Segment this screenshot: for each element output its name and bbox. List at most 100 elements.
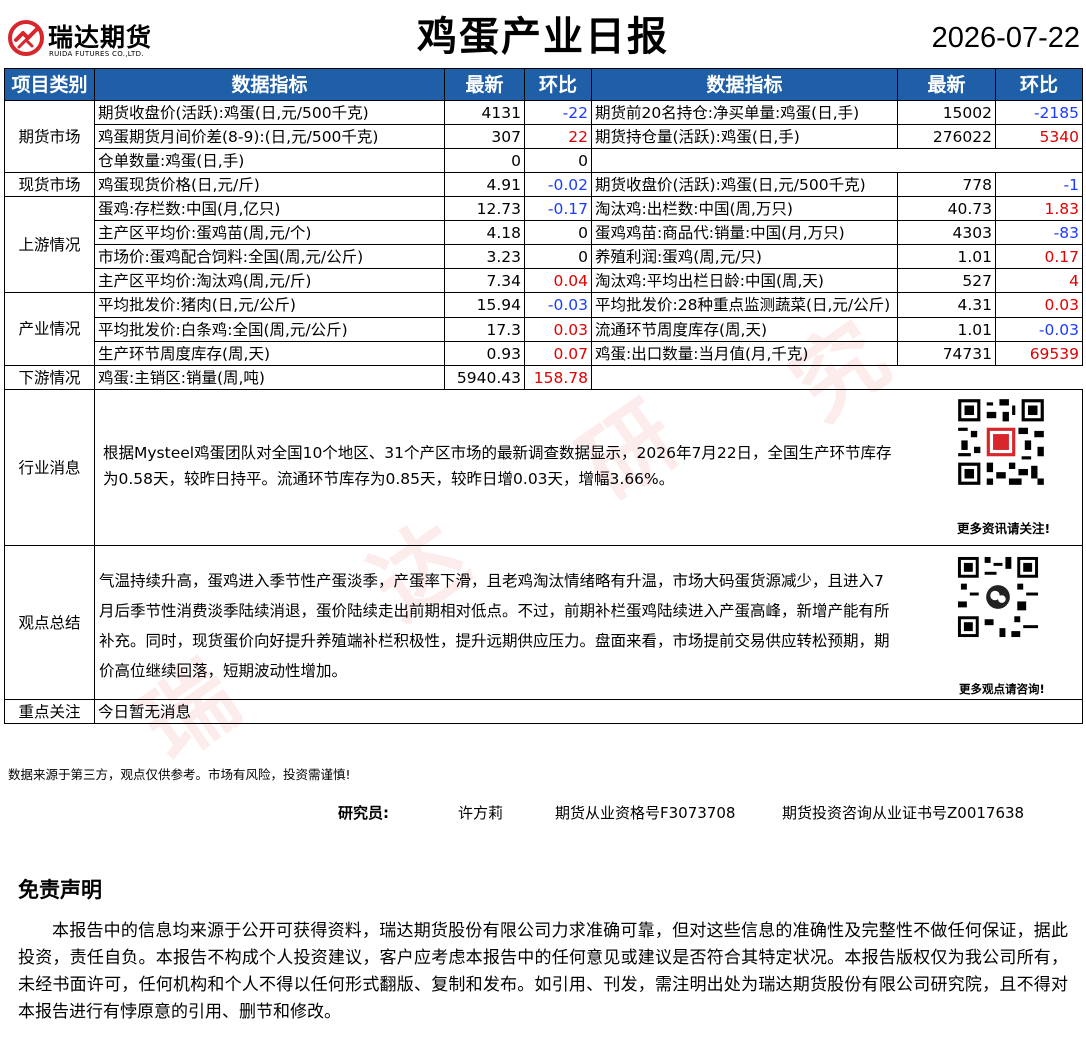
news-cell: 根据Mysteel鸡蛋团队对全国10个地区、31个产区市场的最新调查数据显示，2…	[94, 389, 1083, 546]
section-upstream: 上游情况	[4, 196, 95, 293]
section-industry: 产业情况	[4, 292, 95, 366]
indicator-value: 15.94	[444, 292, 525, 318]
report-header: 瑞达期货 RUIDA FUTURES CO.,LTD. 鸡蛋产业日报 2026-…	[0, 0, 1086, 66]
table-row: 产业情况 平均批发价:猪肉(日,元/公斤) 15.94 -0.03 平均批发价:…	[4, 292, 1083, 366]
indicator-name: 鸡蛋现货价格(日,元/斤)	[94, 172, 445, 197]
indicator-change: 1.83	[995, 196, 1083, 221]
indicator-name: 生产环节周度库存(周,天)	[94, 341, 445, 366]
col-header-change-2: 环比	[995, 68, 1083, 101]
col-header-indicator: 数据指标	[94, 68, 445, 101]
indicator-name: 流通环节周度库存(周,天)	[591, 317, 898, 342]
indicator-value: 15002	[897, 100, 996, 125]
indicator-name: 鸡蛋期货月间价差(8-9):(日,元/500千克)	[94, 124, 445, 149]
wechat-qr-code-icon	[955, 554, 1041, 640]
indicator-change: -2185	[995, 100, 1083, 125]
indicator-value: 17.3	[444, 317, 525, 342]
indicator-name: 养殖利润:蛋鸡(周,元/只)	[591, 244, 898, 269]
indicator-value: 1.01	[897, 244, 996, 269]
indicator-change: 69539	[995, 341, 1083, 366]
col-header-latest: 最新	[444, 68, 525, 101]
focus-label: 重点关注	[4, 699, 95, 724]
indicator-value: 40.73	[897, 196, 996, 221]
news-label: 行业消息	[4, 389, 95, 546]
qr-code-icon	[955, 396, 1047, 488]
indicator-value: 527	[897, 268, 996, 293]
indicator-change: -83	[995, 220, 1083, 245]
indicator-value: 4.31	[897, 292, 996, 318]
table-row: 期货市场 期货收盘价(活跃):鸡蛋(日,元/500千克) 4131 -22 期货…	[4, 100, 1083, 173]
empty-cell	[591, 148, 1083, 173]
indicator-value: 276022	[897, 124, 996, 149]
table-row: 下游情况 鸡蛋:主销区:销量(周,吨) 5940.43 158.78	[4, 365, 1083, 390]
indicator-name: 淘汰鸡:出栏数:中国(周,万只)	[591, 196, 898, 221]
section-spot: 现货市场	[4, 172, 95, 197]
indicator-name: 期货收盘价(活跃):鸡蛋(日,元/500千克)	[94, 100, 445, 125]
indicator-name: 仓单数量:鸡蛋(日,手)	[94, 148, 445, 173]
view-cell: 气温持续升高，蛋鸡进入季节性产蛋淡季，产蛋率下滑，且老鸡淘汰情绪略有升温，市场大…	[94, 545, 1083, 700]
indicator-change: 4	[995, 268, 1083, 293]
disclaimer-body: 本报告中的信息均来源于公开可获得资料，瑞达期货股份有限公司力求准确可靠，但对这些…	[18, 921, 1068, 1022]
indicator-value: 4303	[897, 220, 996, 245]
indicator-value: 1.01	[897, 317, 996, 342]
indicator-change: -0.02	[524, 172, 592, 197]
indicator-name: 市场价:蛋鸡配合饲料:全国(周,元/公斤)	[94, 244, 445, 269]
indicator-value: 4131	[444, 100, 525, 125]
researcher-name: 许方莉	[458, 804, 504, 822]
indicator-value: 74731	[897, 341, 996, 366]
indicator-value: 778	[897, 172, 996, 197]
col-header-change: 环比	[524, 68, 592, 101]
indicator-name: 主产区平均价:淘汰鸡(周,元/斤)	[94, 268, 445, 293]
indicator-value: 4.91	[444, 172, 525, 197]
indicator-change: 0	[524, 220, 592, 245]
indicator-value: 5940.43	[444, 365, 525, 390]
indicator-change: -22	[524, 100, 592, 125]
data-table: 项目类别 数据指标 最新 环比 数据指标 最新 环比 期货市场 期货收盘价(活跃…	[4, 68, 1083, 724]
indicator-change: 0.03	[995, 292, 1083, 318]
col-header-latest-2: 最新	[897, 68, 996, 101]
indicator-name: 期货持仓量(活跃):鸡蛋(日,手)	[591, 124, 898, 149]
table-row: 主产区平均价:淘汰鸡(周,元/斤) 7.34 0.04 淘汰鸡:平均出栏日龄:中…	[5, 268, 1083, 293]
researcher-label: 研究员:	[338, 804, 389, 822]
indicator-change: -0.03	[524, 292, 592, 318]
futures-license: 期货从业资格号F3073708	[555, 804, 736, 822]
indicator-change: -1	[995, 172, 1083, 197]
indicator-value: 12.73	[444, 196, 525, 221]
col-header-indicator-2: 数据指标	[591, 68, 898, 101]
table-row: 生产环节周度库存(周,天) 0.93 0.07 鸡蛋:出口数量:当月值(月,千克…	[5, 341, 1083, 366]
data-source-note: 数据来源于第三方，观点仅供参考。市场有风险，投资需谨慎!	[8, 767, 351, 782]
news-row: 行业消息 根据Mysteel鸡蛋团队对全国10个地区、31个产区市场的最新调查数…	[4, 389, 1083, 546]
indicator-change: 0	[524, 148, 592, 173]
focus-row: 重点关注 今日暂无消息	[4, 699, 1083, 724]
indicator-value: 307	[444, 124, 525, 149]
indicator-value: 3.23	[444, 244, 525, 269]
table-row: 仓单数量:鸡蛋(日,手) 0 0	[5, 148, 1083, 173]
view-label: 观点总结	[4, 545, 95, 700]
indicator-name: 期货收盘价(活跃):鸡蛋(日,元/500千克)	[591, 172, 898, 197]
indicator-change: 0.04	[524, 268, 592, 293]
indicator-value: 4.18	[444, 220, 525, 245]
indicator-name: 平均批发价:28种重点监测蔬菜(日,元/公斤)	[591, 292, 898, 318]
indicator-value: 0	[444, 148, 525, 173]
section-futures: 期货市场	[4, 100, 95, 173]
page-title: 鸡蛋产业日报	[417, 14, 669, 60]
indicator-change: 5340	[995, 124, 1083, 149]
report-date: 2026-07-22	[931, 22, 1080, 54]
view-text: 气温持续升高，蛋鸡进入季节性产蛋淡季，产蛋率下滑，且老鸡淘汰情绪略有升温，市场大…	[99, 572, 890, 680]
indicator-name: 期货前20名持仓:净买单量:鸡蛋(日,手)	[591, 100, 898, 125]
table-header-row: 项目类别 数据指标 最新 环比 数据指标 最新 环比	[4, 68, 1083, 101]
indicator-change: 0.07	[524, 341, 592, 366]
indicator-name: 平均批发价:猪肉(日,元/公斤)	[94, 292, 445, 318]
indicator-change: 0.17	[995, 244, 1083, 269]
indicator-name: 淘汰鸡:平均出栏日龄:中国(周,天)	[591, 268, 898, 293]
indicator-name: 蛋鸡:存栏数:中国(月,亿只)	[94, 196, 445, 221]
indicator-change: 0.03	[524, 317, 592, 342]
table-row: 主产区平均价:蛋鸡苗(周,元/个) 4.18 0 蛋鸡鸡苗:商品代:销量:中国(…	[5, 220, 1083, 245]
view-row: 观点总结 气温持续升高，蛋鸡进入季节性产蛋淡季，产蛋率下滑，且老鸡淘汰情绪略有升…	[4, 545, 1083, 700]
indicator-name: 鸡蛋:出口数量:当月值(月,千克)	[591, 341, 898, 366]
table-row: 现货市场 鸡蛋现货价格(日,元/斤) 4.91 -0.02 期货收盘价(活跃):…	[4, 172, 1083, 197]
news-text: 根据Mysteel鸡蛋团队对全国10个地区、31个产区市场的最新调查数据显示，2…	[103, 444, 892, 488]
table-row: 平均批发价:白条鸡:全国(周,元/公斤) 17.3 0.03 流通环节周度库存(…	[5, 317, 1083, 342]
col-header-category: 项目类别	[4, 68, 95, 101]
indicator-change: -0.03	[995, 317, 1083, 342]
table-row: 市场价:蛋鸡配合饲料:全国(周,元/公斤) 3.23 0 养殖利润:蛋鸡(周,元…	[5, 244, 1083, 269]
